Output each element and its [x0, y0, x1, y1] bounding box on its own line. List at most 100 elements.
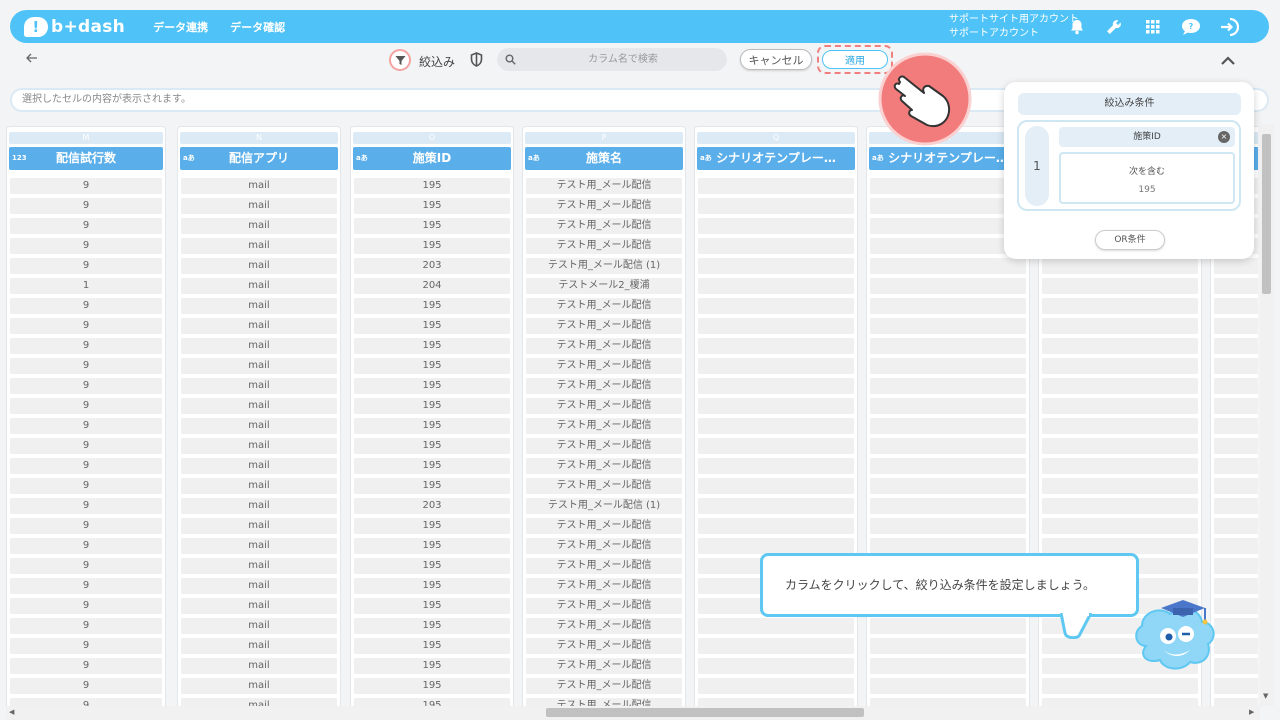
grid-cell[interactable]: [1214, 438, 1258, 454]
grid-cell[interactable]: 9: [10, 418, 162, 434]
grid-cell[interactable]: 195: [354, 218, 510, 234]
grid-cell[interactable]: [1214, 318, 1258, 334]
grid-cell[interactable]: テスト用_メール配信: [526, 298, 682, 314]
grid-cell[interactable]: [698, 358, 854, 374]
grid-cell[interactable]: [698, 298, 854, 314]
grid-cell[interactable]: mail: [181, 478, 337, 494]
grid-cell[interactable]: [870, 438, 1026, 454]
grid-cell[interactable]: [870, 618, 1026, 634]
grid-cell[interactable]: テスト用_メール配信: [526, 638, 682, 654]
column-header[interactable]: aあ シナリオテンプレー…: [697, 147, 855, 170]
grid-cell[interactable]: [1214, 558, 1258, 574]
or-condition-button[interactable]: OR条件: [1095, 230, 1165, 250]
close-icon[interactable]: ×: [1218, 131, 1230, 143]
grid-column[interactable]: Naあ 配信アプリ mail mail mail mail mail mail mail mail…: [177, 126, 341, 706]
grid-cell[interactable]: テスト用_メール配信: [526, 198, 682, 214]
grid-cell[interactable]: 9: [10, 238, 162, 254]
grid-cell[interactable]: [698, 658, 854, 674]
scroll-left-icon[interactable]: ◀: [9, 708, 14, 716]
grid-cell[interactable]: mail: [181, 698, 337, 706]
grid-cell[interactable]: mail: [181, 498, 337, 514]
grid-cell[interactable]: テスト用_メール配信: [526, 178, 682, 194]
grid-cell[interactable]: [698, 238, 854, 254]
grid-cell[interactable]: [698, 498, 854, 514]
chat-icon[interactable]: ?: [1180, 16, 1202, 38]
bell-icon[interactable]: [1066, 16, 1088, 38]
grid-cell[interactable]: 9: [10, 518, 162, 534]
filter-icon[interactable]: [389, 49, 411, 71]
wrench-icon[interactable]: [1103, 16, 1125, 38]
grid-cell[interactable]: mail: [181, 198, 337, 214]
grid-cell[interactable]: テストメール2_榎浦: [526, 278, 682, 294]
grid-cell[interactable]: テスト用_メール配信: [526, 678, 682, 694]
grid-cell[interactable]: 195: [354, 458, 510, 474]
grid-cell[interactable]: mail: [181, 338, 337, 354]
grid-cell[interactable]: 9: [10, 698, 162, 706]
grid-cell[interactable]: [870, 398, 1026, 414]
grid-cell[interactable]: [1214, 358, 1258, 374]
grid-cell[interactable]: 9: [10, 338, 162, 354]
grid-cell[interactable]: [698, 458, 854, 474]
grid-cell[interactable]: テスト用_メール配信 (1): [526, 258, 682, 274]
bdash-logo[interactable]: b+dash: [24, 16, 125, 37]
grid-cell[interactable]: 195: [354, 338, 510, 354]
grid-cell[interactable]: [1042, 458, 1198, 474]
grid-cell[interactable]: 195: [354, 478, 510, 494]
grid-cell[interactable]: テスト用_メール配信: [526, 558, 682, 574]
grid-cell[interactable]: 204: [354, 278, 510, 294]
grid-cell[interactable]: mail: [181, 458, 337, 474]
grid-cell[interactable]: 195: [354, 698, 510, 706]
grid-cell[interactable]: 195: [354, 598, 510, 614]
grid-cell[interactable]: [870, 258, 1026, 274]
grid-cell[interactable]: 195: [354, 398, 510, 414]
grid-cell[interactable]: mail: [181, 678, 337, 694]
grid-cell[interactable]: [870, 498, 1026, 514]
grid-cell[interactable]: [698, 178, 854, 194]
grid-cell[interactable]: 195: [354, 178, 510, 194]
grid-cell[interactable]: テスト用_メール配信: [526, 698, 682, 706]
grid-cell[interactable]: mail: [181, 278, 337, 294]
grid-cell[interactable]: 9: [10, 658, 162, 674]
grid-cell[interactable]: 9: [10, 298, 162, 314]
grid-cell[interactable]: テスト用_メール配信: [526, 378, 682, 394]
grid-cell[interactable]: [870, 458, 1026, 474]
grid-cell[interactable]: 9: [10, 598, 162, 614]
grid-cell[interactable]: mail: [181, 378, 337, 394]
grid-cell[interactable]: [1042, 338, 1198, 354]
grid-cell[interactable]: 195: [354, 438, 510, 454]
grid-cell[interactable]: 9: [10, 358, 162, 374]
vertical-scroll-thumb[interactable]: [1262, 134, 1271, 294]
grid-cell[interactable]: [1042, 478, 1198, 494]
grid-cell[interactable]: [1042, 698, 1198, 706]
grid-cell[interactable]: [1042, 318, 1198, 334]
grid-cell[interactable]: 9: [10, 258, 162, 274]
grid-cell[interactable]: テスト用_メール配信: [526, 458, 682, 474]
grid-cell[interactable]: テスト用_メール配信: [526, 238, 682, 254]
grid-cell[interactable]: [698, 278, 854, 294]
nav-data-integration[interactable]: データ連携: [153, 19, 208, 35]
logout-icon[interactable]: [1219, 16, 1241, 38]
grid-cell[interactable]: [870, 198, 1026, 214]
grid-cell[interactable]: mail: [181, 238, 337, 254]
grid-cell[interactable]: [870, 518, 1026, 534]
grid-cell[interactable]: 9: [10, 498, 162, 514]
grid-cell[interactable]: [1042, 258, 1198, 274]
grid-cell[interactable]: 9: [10, 618, 162, 634]
grid-cell[interactable]: [1042, 418, 1198, 434]
grid-cell[interactable]: テスト用_メール配信: [526, 478, 682, 494]
grid-cell[interactable]: [1214, 378, 1258, 394]
grid-cell[interactable]: 9: [10, 478, 162, 494]
grid-cell[interactable]: [698, 218, 854, 234]
grid-cell[interactable]: [870, 378, 1026, 394]
grid-cell[interactable]: [1214, 698, 1258, 706]
grid-cell[interactable]: 195: [354, 358, 510, 374]
grid-cell[interactable]: 9: [10, 318, 162, 334]
chevron-up-icon[interactable]: [1220, 51, 1236, 70]
scroll-down-icon[interactable]: ▼: [1263, 692, 1268, 700]
grid-cell[interactable]: [870, 238, 1026, 254]
grid-cell[interactable]: 195: [354, 198, 510, 214]
horizontal-scroll-thumb[interactable]: [546, 708, 864, 717]
shield-icon[interactable]: [470, 52, 483, 71]
grid-cell[interactable]: [698, 378, 854, 394]
grid-cell[interactable]: mail: [181, 298, 337, 314]
